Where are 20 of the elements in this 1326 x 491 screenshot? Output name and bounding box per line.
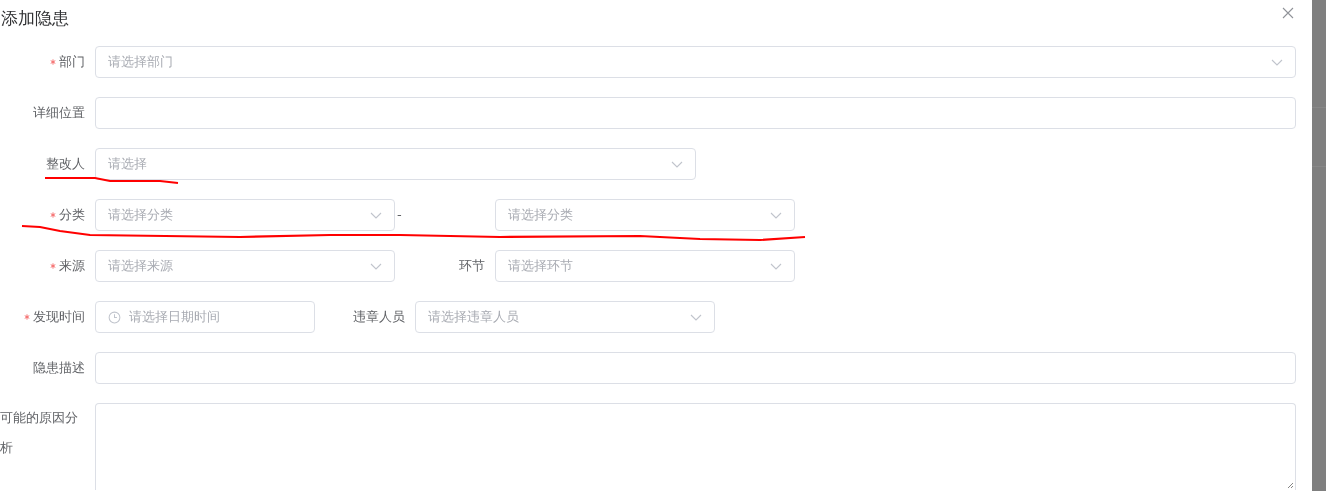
dialog-title: 添加隐患 [1, 6, 69, 30]
select-field[interactable]: 请选择来源 [95, 250, 395, 282]
field-label: 来源 [0, 250, 85, 282]
field-label: 整改人 [45, 155, 85, 173]
select-field[interactable]: 请选择部门 [95, 46, 1296, 78]
range-separator: - [396, 206, 403, 224]
field-label: 隐患描述 [32, 359, 85, 377]
select-field[interactable]: 请选择违章人员 [415, 301, 715, 333]
field-label: 部门 [0, 46, 85, 78]
select-field[interactable]: 请选择分类 [495, 199, 795, 231]
field-label: 环节 [459, 257, 485, 275]
select-field[interactable]: 请选择 [95, 148, 696, 180]
field-label: 违章人员 [353, 308, 405, 326]
field-label: 详细位置 [32, 104, 85, 122]
field-label: 发现时间 [0, 301, 85, 333]
select-field[interactable]: 请选择环节 [495, 250, 795, 282]
select-field[interactable]: 请选择分类 [95, 199, 395, 231]
date-time-field[interactable]: 请选择日期时间 [95, 301, 315, 333]
field-label: 分类 [0, 199, 85, 231]
field-label: 可能的原因分析 [0, 409, 79, 457]
